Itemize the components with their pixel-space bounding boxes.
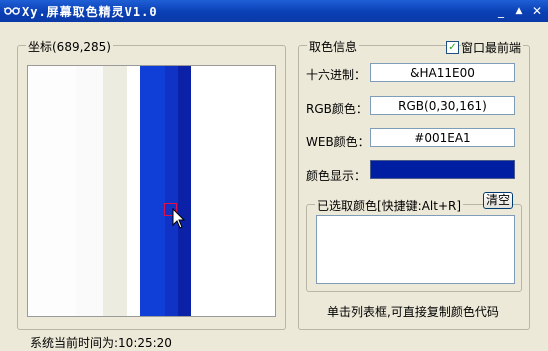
preview-stripe: [178, 66, 191, 316]
preview-stripe: [140, 66, 165, 316]
history-group: 已选取颜色[快捷键:Alt+R] 清空: [306, 192, 522, 292]
maximize-button[interactable]: ▲: [510, 3, 528, 19]
preview-stripe: [103, 66, 127, 316]
hex-label: 十六进制：: [306, 68, 367, 82]
topmost-checkbox[interactable]: ✓: [446, 41, 459, 54]
minimize-button[interactable]: _: [492, 3, 510, 19]
color-history-list[interactable]: [316, 215, 515, 284]
magnifier-preview[interactable]: [27, 65, 276, 317]
clear-button[interactable]: 清空: [483, 192, 513, 209]
color-swatch: [370, 160, 515, 179]
color-info-legend: 取色信息: [307, 38, 360, 55]
close-button[interactable]: ✕: [528, 3, 546, 19]
mouse-pointer-icon: [172, 208, 186, 229]
preview-stripe: [127, 66, 140, 316]
preview-stripe: [165, 66, 178, 316]
window-title: Xy.屏幕取色精灵V1.0: [22, 5, 158, 19]
glasses-icon: [3, 4, 21, 18]
preview-stripe: [76, 66, 103, 316]
rgb-label: RGB颜色：: [306, 102, 368, 116]
title-bar: Xy.屏幕取色精灵V1.0 _ ▲ ✕: [0, 0, 548, 22]
web-field[interactable]: #001EA1: [370, 128, 515, 147]
hex-field[interactable]: &HA11E00: [370, 63, 515, 82]
topmost-label[interactable]: 窗口最前端: [461, 39, 524, 56]
web-label: WEB颜色：: [306, 135, 370, 149]
copy-hint: 单击列表框,可直接复制颜色代码: [327, 305, 499, 319]
status-text: 系统当前时间为:10:25:20: [30, 336, 172, 350]
preview-stripe: [28, 66, 76, 316]
rgb-field[interactable]: RGB(0,30,161): [370, 96, 515, 115]
coordinate-legend: 坐标(689,285): [26, 38, 113, 55]
preview-stripe: [191, 66, 275, 316]
color-info-group: 取色信息 ✓ 窗口最前端 十六进制： &HA11E00 RGB颜色： RGB(0…: [298, 38, 530, 330]
history-legend: 已选取颜色[快捷键:Alt+R]: [315, 197, 464, 214]
color-display-label: 颜色显示：: [306, 169, 367, 183]
preview-group: 坐标(689,285): [17, 38, 286, 330]
